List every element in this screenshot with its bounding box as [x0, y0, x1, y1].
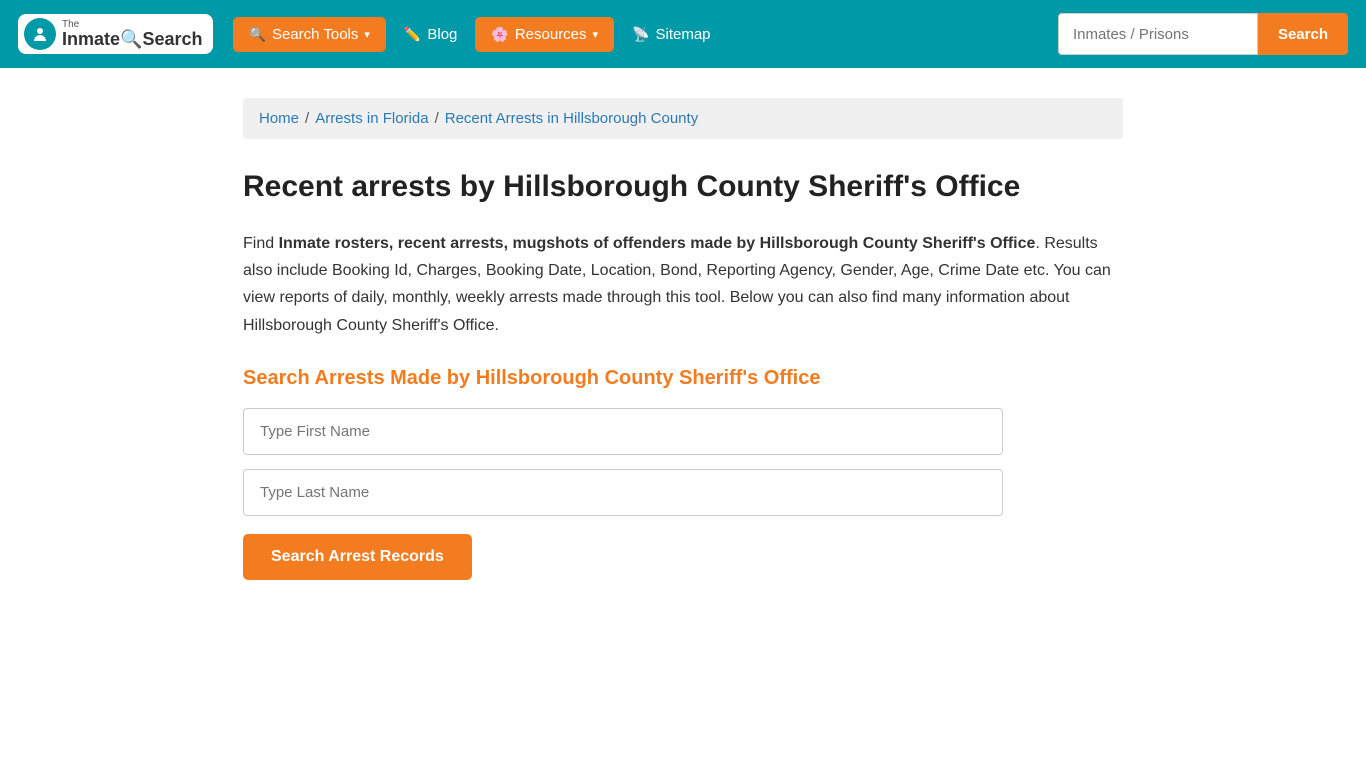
main-navigation: The Inmate🔍Search Search Tools ▾ Blog Re… [0, 0, 1366, 68]
breadcrumb-current: Recent Arrests in Hillsborough County [445, 110, 698, 127]
page-title: Recent arrests by Hillsborough County Sh… [243, 167, 1123, 206]
breadcrumb-home[interactable]: Home [259, 110, 299, 127]
search-tools-button[interactable]: Search Tools ▾ [233, 17, 386, 52]
logo-inmate: Inmate🔍Search [62, 30, 203, 50]
sitemap-icon [632, 26, 649, 43]
resources-arrow: ▾ [593, 28, 599, 41]
header-search-button[interactable]: Search [1258, 13, 1348, 55]
header-search-bar: Search [1058, 13, 1348, 55]
breadcrumb-sep-2: / [435, 110, 439, 127]
resources-button[interactable]: Resources ▾ [475, 17, 614, 52]
resources-icon [491, 26, 508, 43]
logo[interactable]: The Inmate🔍Search [18, 14, 213, 54]
desc-part1: Find [243, 235, 279, 252]
breadcrumb-arrests-florida[interactable]: Arrests in Florida [315, 110, 428, 127]
sitemap-button[interactable]: Sitemap [622, 17, 720, 52]
search-tools-icon [249, 26, 266, 43]
blog-icon [404, 26, 421, 43]
last-name-input[interactable] [243, 469, 1003, 516]
search-tools-label: Search Tools [272, 26, 358, 43]
search-section-title: Search Arrests Made by Hillsborough Coun… [243, 367, 1123, 390]
arrest-search-form: Search Arrest Records [243, 408, 1003, 580]
blog-button[interactable]: Blog [394, 17, 467, 52]
page-description: Find Inmate rosters, recent arrests, mug… [243, 230, 1123, 339]
logo-text: The Inmate🔍Search [62, 19, 203, 50]
header-search-input[interactable] [1058, 13, 1258, 55]
breadcrumb-sep-1: / [305, 110, 309, 127]
search-arrest-records-button[interactable]: Search Arrest Records [243, 534, 472, 580]
logo-icon [24, 18, 56, 50]
breadcrumb: Home / Arrests in Florida / Recent Arres… [243, 98, 1123, 139]
blog-label: Blog [427, 26, 457, 43]
main-content: Home / Arrests in Florida / Recent Arres… [223, 98, 1143, 580]
sitemap-label: Sitemap [656, 26, 711, 43]
desc-bold: Inmate rosters, recent arrests, mugshots… [279, 235, 1036, 252]
first-name-input[interactable] [243, 408, 1003, 455]
resources-label: Resources [515, 26, 587, 43]
search-tools-arrow: ▾ [364, 28, 370, 41]
